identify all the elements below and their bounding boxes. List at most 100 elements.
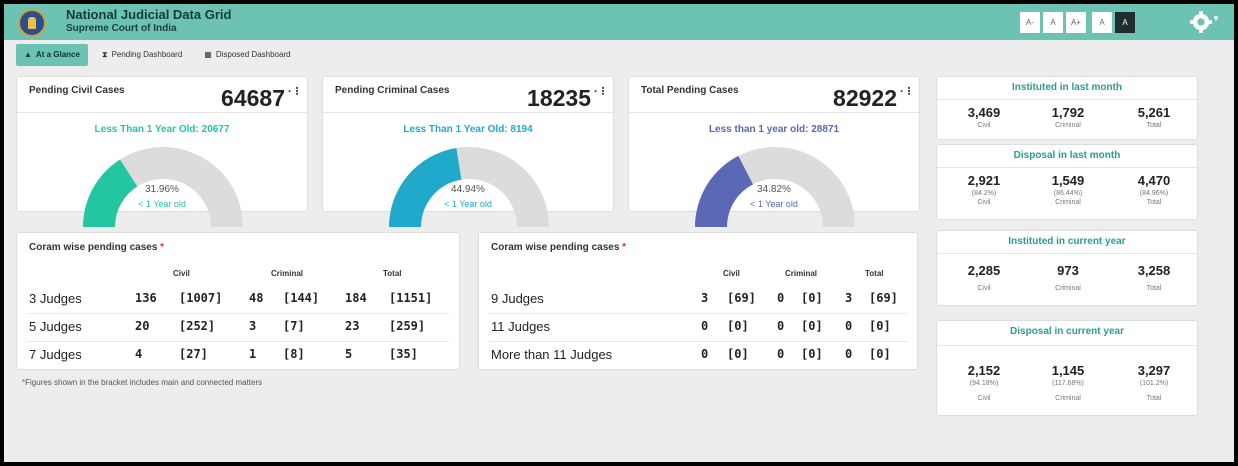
pending-criminal-card: Pending Criminal Cases 18235 · ⁝ Less Th… bbox=[322, 76, 614, 227]
card-title: Pending Civil Cases bbox=[29, 85, 125, 96]
divider bbox=[937, 167, 1197, 168]
civil-bracket[interactable]: [0] bbox=[727, 347, 749, 361]
civil-bracket[interactable]: [69] bbox=[727, 291, 756, 305]
civil-count: 20 bbox=[135, 319, 150, 333]
less-than-one-year-text: Less Than 1 Year Old: 8194 bbox=[403, 124, 533, 135]
stat-title: Disposal in current year bbox=[1010, 326, 1124, 337]
total-bracket[interactable]: [0] bbox=[869, 319, 891, 333]
instituted-last-month-card: Instituted in last month 3,469 Civil 1,7… bbox=[936, 76, 1198, 140]
criminal-count: 1 bbox=[249, 347, 257, 361]
stat-criminal: 1,792 Criminal bbox=[1051, 105, 1085, 129]
chevron-down-icon[interactable]: ▼ bbox=[1212, 14, 1220, 23]
table-row-label: 5 Judges bbox=[29, 319, 82, 334]
criminal-count: 3 bbox=[249, 319, 257, 333]
criminal-bracket[interactable]: [8] bbox=[283, 347, 305, 361]
table-row-label: 3 Judges bbox=[29, 291, 82, 306]
tab-disposed-dashboard[interactable]: ▦ Disposed Dashboard bbox=[196, 44, 298, 66]
gauge-percent: 34.82% bbox=[757, 184, 791, 195]
civil-bracket[interactable]: [252] bbox=[179, 319, 215, 333]
column-header-total: Total bbox=[383, 269, 402, 278]
stat-total: 5,261 Total bbox=[1137, 105, 1171, 129]
divider bbox=[937, 253, 1197, 254]
total-count: 0 bbox=[845, 319, 853, 333]
card-title: Total Pending Cases bbox=[641, 85, 739, 96]
font-normal-button[interactable]: A bbox=[1043, 12, 1063, 33]
criminal-count: 0 bbox=[777, 319, 785, 333]
less-than-one-year-text: Less Than 1 Year Old: 20677 bbox=[94, 124, 230, 135]
stat-civil: 2,285 Civil bbox=[967, 263, 1001, 292]
app-subtitle: Supreme Court of India bbox=[66, 23, 177, 34]
app-header: National Judicial Data Grid Supreme Cour… bbox=[4, 4, 1234, 40]
column-header-criminal: Criminal bbox=[785, 269, 818, 278]
divider bbox=[17, 112, 307, 113]
gauge-percent: 31.96% bbox=[145, 184, 179, 195]
civil-count: 136 bbox=[135, 291, 157, 305]
civil-count: 4 bbox=[135, 347, 143, 361]
more-menu-icon[interactable]: · ⁝ bbox=[900, 84, 911, 98]
civil-bracket[interactable]: [1007] bbox=[179, 291, 222, 305]
row-divider bbox=[489, 313, 907, 314]
stat-criminal: 973 Criminal bbox=[1055, 263, 1081, 292]
total-bracket[interactable]: [259] bbox=[389, 319, 425, 333]
coram-pending-table-left: Coram wise pending cases * Civil Crimina… bbox=[16, 232, 460, 370]
less-than-one-year-text: Less than 1 year old: 28871 bbox=[708, 124, 840, 135]
total-count: 3 bbox=[845, 291, 853, 305]
tab-label: Disposed Dashboard bbox=[215, 50, 291, 59]
font-size-controls: A- A A+ A A bbox=[1020, 12, 1135, 33]
gauge-percent: 44.94% bbox=[451, 184, 485, 195]
disposal-last-month-card: Disposal in last month 2,921 (84.2%) Civ… bbox=[936, 144, 1198, 220]
coram-title: Coram wise pending cases * bbox=[491, 242, 627, 253]
divider bbox=[323, 112, 613, 113]
column-header-civil: Civil bbox=[723, 269, 740, 278]
instituted-current-year-card: Instituted in current year 2,285 Civil 9… bbox=[936, 230, 1198, 306]
stat-title: Disposal in last month bbox=[1013, 150, 1121, 161]
criminal-bracket[interactable]: [7] bbox=[283, 319, 305, 333]
stat-criminal: 1,145 (117.68%) Criminal bbox=[1051, 363, 1085, 402]
total-bracket[interactable]: [1151] bbox=[389, 291, 432, 305]
stat-civil: 2,152 (94.18%) Civil bbox=[967, 363, 1001, 402]
pending-civil-card: Pending Civil Cases 64687 · ⁝ Less Than … bbox=[16, 76, 308, 227]
divider bbox=[937, 99, 1197, 100]
divider bbox=[937, 345, 1197, 346]
stat-criminal: 1,549 (86.44%) Criminal bbox=[1051, 173, 1085, 206]
total-bracket[interactable]: [69] bbox=[869, 291, 898, 305]
settings-gear-icon[interactable] bbox=[1190, 11, 1212, 33]
bell-icon: ▲ bbox=[24, 50, 32, 59]
stat-total: 3,258 Total bbox=[1137, 263, 1171, 292]
civil-bracket[interactable]: [27] bbox=[179, 347, 208, 361]
row-divider bbox=[27, 341, 449, 342]
stat-total: 4,470 (84.96%) Total bbox=[1137, 173, 1171, 206]
tab-at-a-glance[interactable]: ▲ At a Glance bbox=[16, 44, 88, 66]
criminal-bracket[interactable]: [0] bbox=[801, 291, 823, 305]
gauge-sub-label: < 1 Year old bbox=[750, 199, 798, 209]
light-contrast-button[interactable]: A bbox=[1092, 12, 1112, 33]
criminal-bracket[interactable]: [144] bbox=[283, 291, 319, 305]
tab-pending-dashboard[interactable]: ⧗ Pending Dashboard bbox=[94, 44, 190, 66]
criminal-bracket[interactable]: [0] bbox=[801, 319, 823, 333]
total-bracket[interactable]: [35] bbox=[389, 347, 418, 361]
font-increase-button[interactable]: A+ bbox=[1066, 12, 1086, 33]
civil-bracket[interactable]: [0] bbox=[727, 319, 749, 333]
total-count: 5 bbox=[345, 347, 353, 361]
more-menu-icon[interactable]: · ⁝ bbox=[594, 84, 605, 98]
gauge-sub-label: < 1 Year old bbox=[444, 199, 492, 209]
civil-count: 3 bbox=[701, 291, 709, 305]
supreme-court-emblem-icon bbox=[18, 9, 46, 37]
civil-count: 0 bbox=[701, 319, 709, 333]
app-title: National Judicial Data Grid bbox=[66, 7, 232, 22]
font-decrease-button[interactable]: A- bbox=[1020, 12, 1040, 33]
table-row-label: 9 Judges bbox=[491, 291, 544, 306]
criminal-bracket[interactable]: [0] bbox=[801, 347, 823, 361]
criminal-count: 0 bbox=[777, 291, 785, 305]
gauge-sub-label: < 1 Year old bbox=[138, 199, 186, 209]
dark-contrast-button[interactable]: A bbox=[1115, 12, 1135, 33]
more-menu-icon[interactable]: · ⁝ bbox=[288, 84, 299, 98]
table-row-label: More than 11 Judges bbox=[491, 347, 613, 362]
card-title: Pending Criminal Cases bbox=[335, 85, 450, 96]
tab-label: Pending Dashboard bbox=[111, 50, 183, 59]
table-row-label: 11 Judges bbox=[491, 319, 551, 334]
criminal-count: 48 bbox=[249, 291, 264, 305]
stat-title: Instituted in last month bbox=[1012, 82, 1122, 93]
total-bracket[interactable]: [0] bbox=[869, 347, 891, 361]
row-divider bbox=[489, 341, 907, 342]
